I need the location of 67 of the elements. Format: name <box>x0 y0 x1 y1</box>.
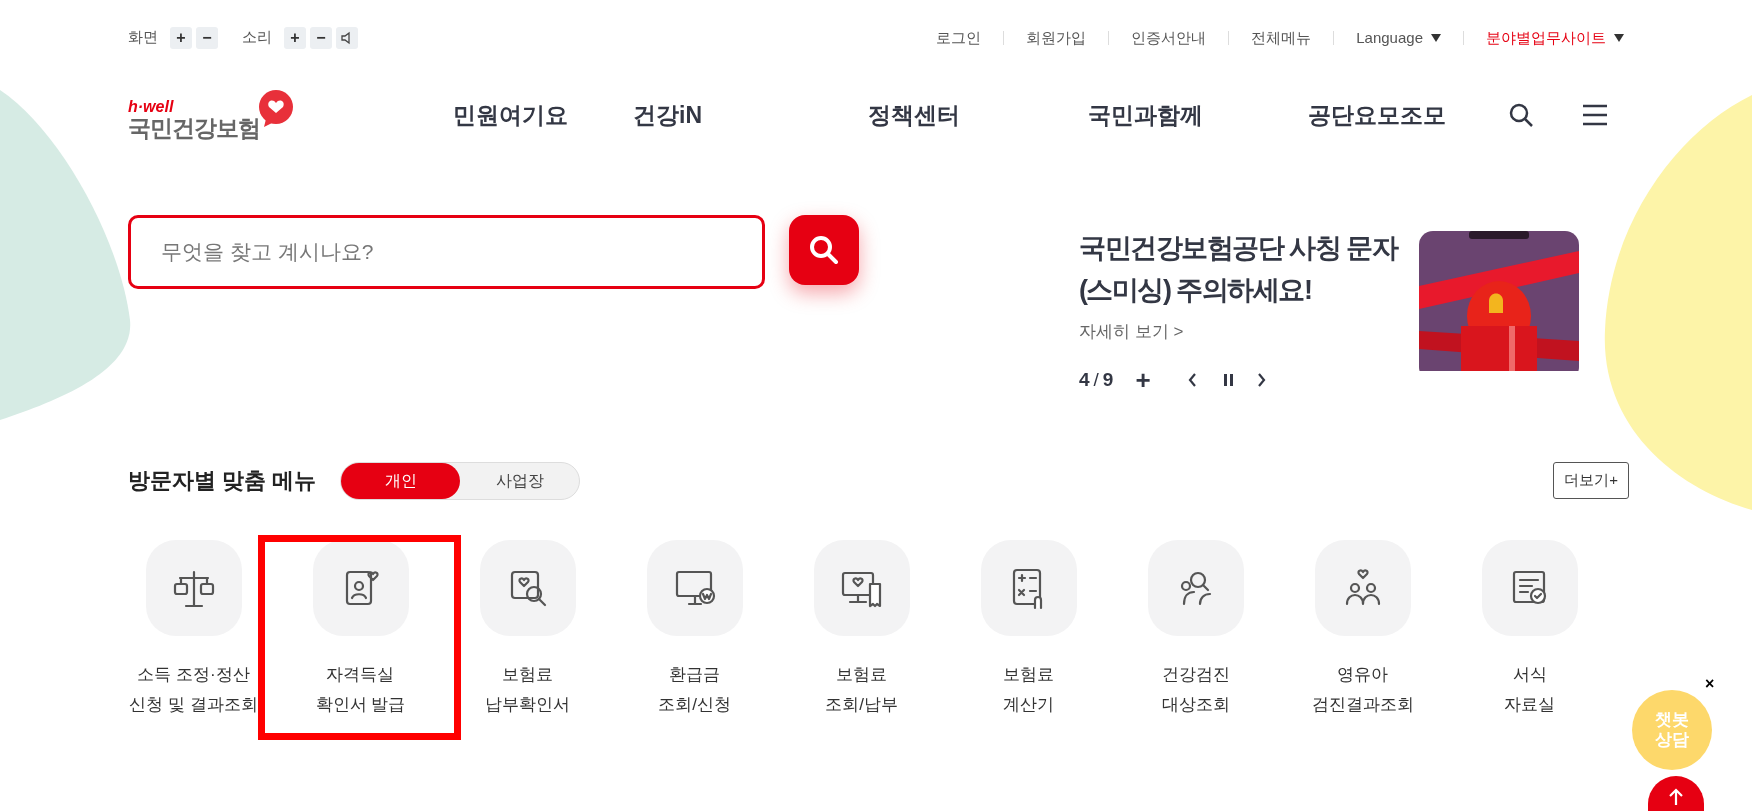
caret-icon <box>1614 33 1624 42</box>
menu-label: 조회/납부 <box>825 693 898 716</box>
volume-button[interactable]: − <box>310 26 332 49</box>
speaker-icon[interactable] <box>336 26 358 49</box>
banner-title: (스미싱) 주의하세요! <box>1079 274 1313 307</box>
menu-tile[interactable] <box>145 539 242 636</box>
zoom-button[interactable]: − <box>196 26 218 49</box>
menu-link[interactable]: 분야별업무사이트 <box>1464 30 1624 45</box>
menu-label: 환급금 <box>669 663 720 686</box>
menu-label: 건강검진 <box>1161 663 1230 686</box>
section-title: 방문자별 맞춤 메뉴 <box>128 467 317 495</box>
nav-link[interactable]: 민원여기요 <box>453 101 568 128</box>
zoom-label: 화면 <box>128 27 158 48</box>
menu-label: 대상조회 <box>1161 693 1230 716</box>
search-button[interactable] <box>789 215 859 285</box>
menu-link[interactable]: 로그인 <box>914 30 1005 45</box>
page-separator: / <box>1093 367 1099 392</box>
page-current: 4 <box>1079 367 1090 392</box>
menu-link[interactable]: Language <box>1334 30 1464 45</box>
nav-link[interactable]: 공단요모조모 <box>1308 101 1446 128</box>
menu-label: 보험료 <box>502 663 553 686</box>
menu-label: 조회/신청 <box>658 693 731 716</box>
menu-label: 자료실 <box>1504 693 1555 716</box>
banner-title: 국민건강보험공단 사칭 문자 <box>1079 232 1399 265</box>
menu-label: 소득 조정·정산 <box>137 663 250 686</box>
zoom-button[interactable]: + <box>170 26 192 49</box>
menu-icon[interactable] <box>1582 104 1608 126</box>
search-icon <box>808 234 840 266</box>
menu-link[interactable]: 회원가입 <box>1004 30 1110 45</box>
tab[interactable]: 개인 <box>341 462 461 499</box>
sound-label: 소리 <box>242 27 272 48</box>
more-button[interactable]: 더보기+ <box>1553 462 1629 499</box>
menu-label: 자격득실 <box>326 663 395 686</box>
menu-tile[interactable] <box>1147 539 1244 636</box>
menu-label: 서식 <box>1512 663 1547 686</box>
menu-tile[interactable] <box>479 539 576 636</box>
search-icon[interactable] <box>1508 102 1534 128</box>
menu-tile[interactable] <box>1481 539 1578 636</box>
menu-link[interactable]: 전체메뉴 <box>1229 30 1335 45</box>
search-field[interactable]: 무엇을 찾고 계시나요? <box>128 215 765 289</box>
menu-tile[interactable] <box>980 539 1077 636</box>
menu-tile[interactable] <box>312 539 409 636</box>
menu-label: 납부확인서 <box>485 693 570 716</box>
menu-tile[interactable] <box>813 539 910 636</box>
menu-label: 보험료 <box>1003 663 1054 686</box>
caret-icon <box>1431 33 1441 42</box>
tab[interactable]: 사업장 <box>460 462 580 499</box>
close-button[interactable]: × <box>1705 676 1715 692</box>
volume-button[interactable]: + <box>284 26 306 49</box>
menu-tile[interactable] <box>1314 539 1411 636</box>
menu-label: 보험료 <box>836 663 887 686</box>
nav-link[interactable]: 정책센터 <box>868 101 960 128</box>
nav-link[interactable]: 건강iN <box>633 101 702 128</box>
detail-link[interactable]: 자세히 보기 > <box>1079 319 1184 345</box>
menu-label: 영유아 <box>1337 663 1388 686</box>
scroll-top-button[interactable] <box>1648 776 1704 811</box>
page-total: 9 <box>1102 367 1114 392</box>
add-button[interactable]: + <box>1129 360 1157 400</box>
arrow-up-icon <box>1668 788 1684 806</box>
menu-label: 검진결과조회 <box>1311 693 1414 716</box>
menu-label: 신청 및 결과조회 <box>129 693 258 716</box>
menu-tile[interactable] <box>646 539 743 636</box>
logo[interactable]: h·well 국민건강보험 <box>128 89 393 141</box>
menu-link[interactable]: 인증서안내 <box>1109 30 1230 45</box>
menu-label: 확인서 발급 <box>315 693 406 716</box>
nav-link[interactable]: 국민과함께 <box>1088 101 1203 128</box>
menu-label: 계산기 <box>1003 693 1054 716</box>
